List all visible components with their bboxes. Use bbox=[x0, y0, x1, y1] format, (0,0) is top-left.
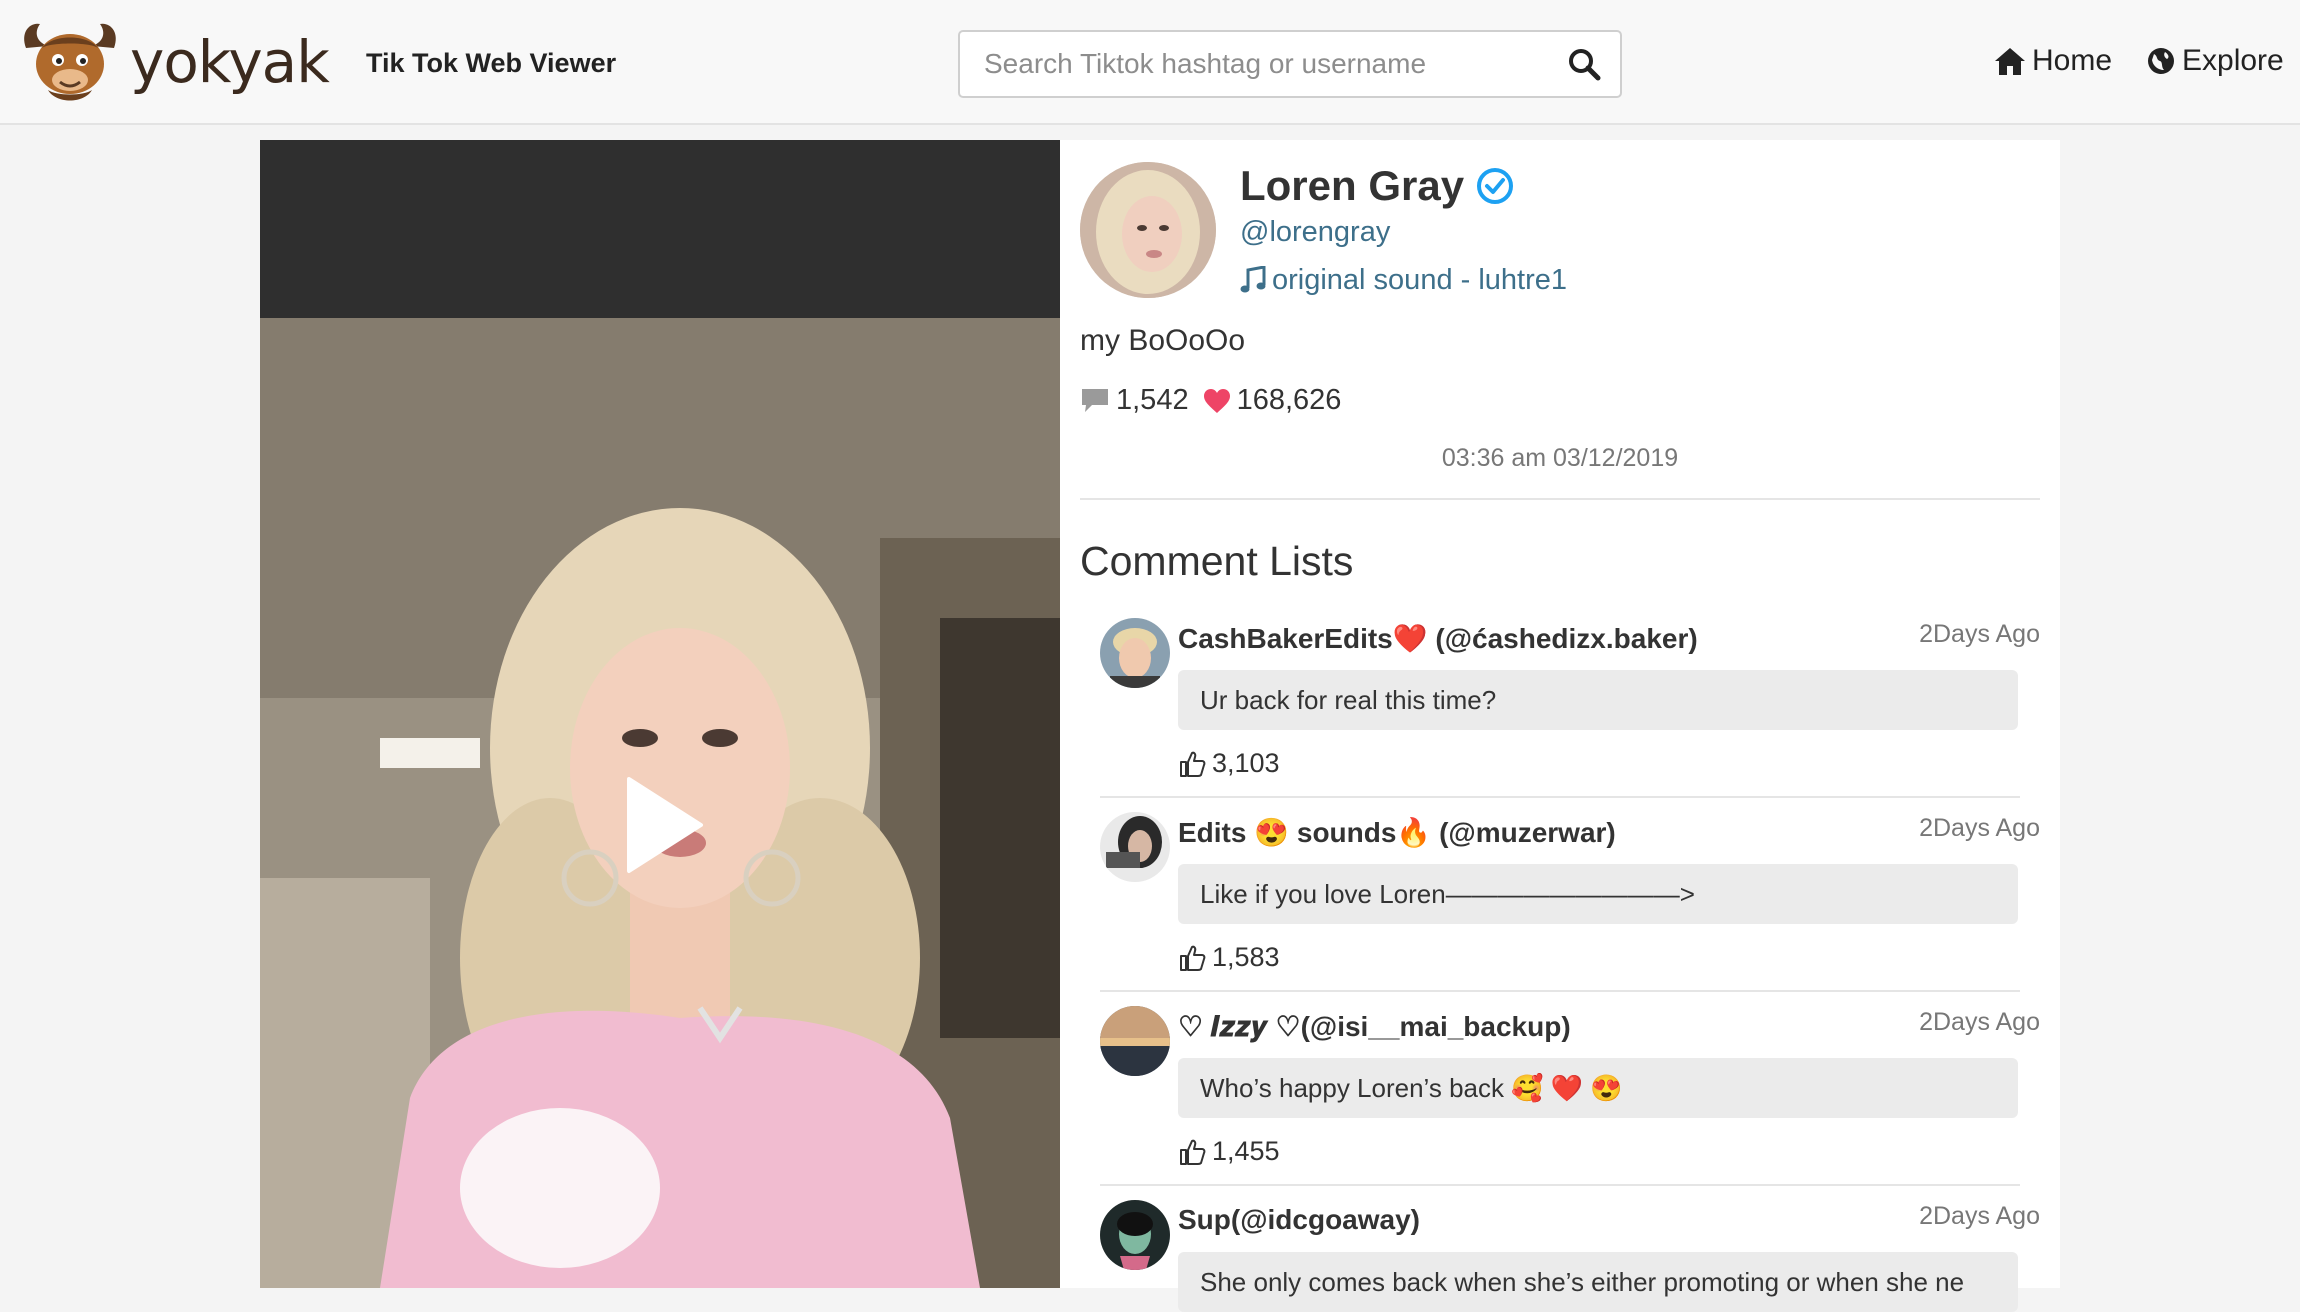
author-name-text: Loren Gray bbox=[1240, 162, 1465, 209]
commenter-avatar-image bbox=[1100, 1006, 1170, 1076]
post-caption: my BoOoOo bbox=[1080, 324, 1246, 357]
comment-author[interactable]: CashBakerEdits❤️ (@ćashedizx.baker) bbox=[1178, 622, 1698, 655]
sound-name: original sound - luhtre1 bbox=[1272, 264, 1568, 296]
comment-text: Like if you love Loren—————————> bbox=[1178, 864, 2018, 924]
thumbs-up-icon bbox=[1180, 1139, 1206, 1165]
comment-likes[interactable]: 1,455 bbox=[1178, 1136, 1280, 1167]
globe-icon bbox=[2148, 48, 2174, 74]
author-name[interactable]: Loren Gray bbox=[1240, 162, 1514, 210]
post-timestamp: 03:36 am 03/12/2019 bbox=[1441, 444, 1679, 472]
home-icon bbox=[1995, 48, 2025, 75]
comments-heading: Comment Lists bbox=[1080, 538, 1354, 584]
comment-divider bbox=[1100, 796, 2020, 798]
author-handle[interactable]: @lorengray bbox=[1240, 216, 1390, 249]
author-avatar[interactable] bbox=[1080, 162, 1216, 298]
search-box bbox=[958, 30, 1622, 98]
brand-name: yokyak bbox=[130, 28, 330, 96]
comment-divider bbox=[1100, 990, 2020, 992]
sound-link[interactable]: original sound - luhtre1 bbox=[1240, 264, 1567, 297]
comment-like-count: 1,455 bbox=[1212, 1136, 1280, 1166]
comment-time: 2Days Ago bbox=[1919, 1202, 2040, 1230]
heart-icon bbox=[1203, 388, 1230, 413]
nav-home-link[interactable]: Home bbox=[1994, 44, 2112, 78]
comment-text: Ur back for real this time? bbox=[1178, 670, 2018, 730]
nav-home-label: Home bbox=[2032, 44, 2113, 77]
search-icon[interactable] bbox=[1566, 46, 1602, 82]
comment-likes[interactable]: 1,583 bbox=[1178, 942, 1280, 973]
post-stats: 1,542 168,626 bbox=[1080, 384, 1341, 417]
music-note-icon bbox=[1240, 265, 1266, 292]
video-player[interactable] bbox=[260, 140, 1060, 1288]
comment-time: 2Days Ago bbox=[1919, 1008, 2040, 1036]
yak-head-icon bbox=[24, 23, 116, 101]
verified-check-icon bbox=[1477, 168, 1514, 204]
comment-divider bbox=[1100, 1184, 2020, 1186]
comment-count: 1,542 bbox=[1116, 384, 1189, 416]
brand-logo[interactable]: yokyak bbox=[18, 18, 330, 106]
comment-author[interactable]: ♡ 𝑰𝒛𝒛𝒚 ♡(@isi__mai_backup) bbox=[1178, 1010, 1571, 1044]
brand-tagline: Tik Tok Web Viewer bbox=[366, 48, 617, 78]
commenter-avatar[interactable] bbox=[1100, 618, 1170, 688]
comment-like-count: 1,583 bbox=[1212, 942, 1280, 972]
thumbs-up-icon bbox=[1180, 945, 1206, 971]
commenter-avatar-image bbox=[1100, 812, 1170, 882]
comment-time: 2Days Ago bbox=[1919, 814, 2040, 842]
top-navbar: yokyak Tik Tok Web Viewer Home Explore bbox=[0, 0, 2300, 125]
nav-explore-label: Explore bbox=[2182, 44, 2284, 77]
comment-author[interactable]: Sup(@idcgoaway) bbox=[1178, 1204, 1420, 1236]
post-info-panel: Loren Gray @lorengray original sound - l… bbox=[1060, 140, 2060, 1312]
nav-explore-link[interactable]: Explore bbox=[2146, 44, 2284, 78]
play-icon[interactable] bbox=[625, 775, 705, 875]
comment-like-count: 3,103 bbox=[1212, 748, 1280, 778]
like-count: 168,626 bbox=[1236, 384, 1342, 416]
author-avatar-image bbox=[1080, 162, 1216, 298]
section-divider bbox=[1080, 498, 2040, 500]
comment-time: 2Days Ago bbox=[1919, 620, 2040, 648]
comment-text: She only comes back when she’s either pr… bbox=[1178, 1252, 2018, 1312]
commenter-avatar[interactable] bbox=[1100, 812, 1170, 882]
commenter-avatar[interactable] bbox=[1100, 1006, 1170, 1076]
commenter-avatar-image bbox=[1100, 1200, 1170, 1270]
search-input[interactable] bbox=[960, 32, 1564, 96]
commenter-avatar-image bbox=[1100, 618, 1170, 688]
commenter-avatar[interactable] bbox=[1100, 1200, 1170, 1270]
comment-text: Who’s happy Loren’s back 🥰 ❤️ 😍 bbox=[1178, 1058, 2018, 1118]
thumbs-up-icon bbox=[1180, 751, 1206, 777]
comment-likes[interactable]: 3,103 bbox=[1178, 748, 1280, 779]
comment-author[interactable]: Edits 😍 sounds🔥 (@muzerwar) bbox=[1178, 816, 1616, 849]
comment-bubble-icon bbox=[1082, 388, 1108, 412]
